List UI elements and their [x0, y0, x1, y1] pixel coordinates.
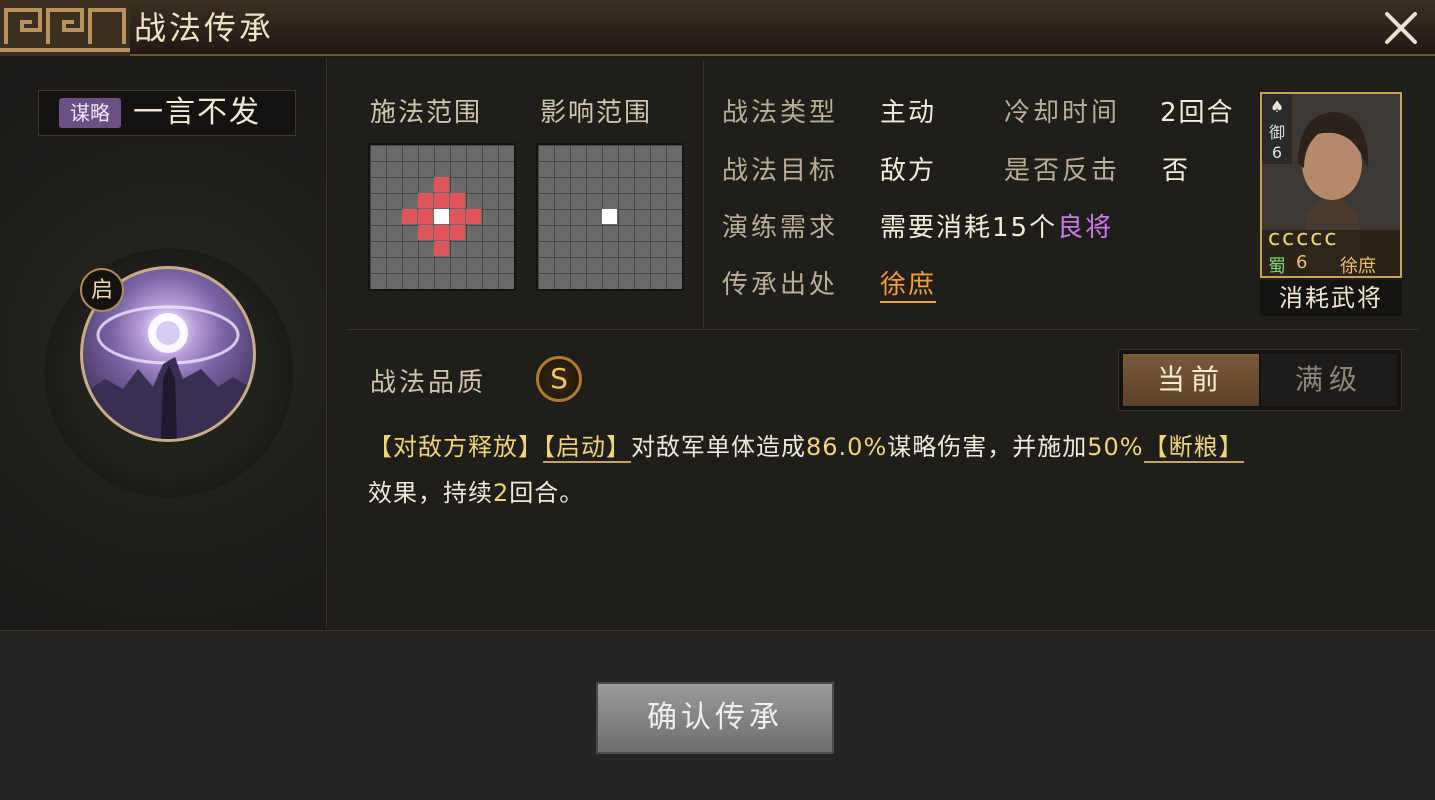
title-bar: 战法传承	[0, 0, 1435, 56]
desc-damage-rate: 86.0%	[806, 433, 888, 461]
inheritance-source-label: 传承出处	[722, 270, 839, 300]
desc-text: 回合。	[509, 479, 585, 507]
range-cell	[450, 193, 465, 208]
army-type-icon: ♠	[1269, 97, 1285, 116]
skill-type-label: 战法类型	[722, 98, 839, 128]
rank-icons: ccccc	[1268, 226, 1339, 251]
desc-target: 【对敌方释放】	[368, 433, 543, 461]
range-cell	[418, 225, 433, 240]
desc-status-link[interactable]: 【断粮】	[1143, 433, 1244, 463]
cooldown-value: 2回合	[1160, 98, 1235, 128]
training-cost-text: 需要消耗15个	[880, 213, 1058, 243]
window-title: 战法传承	[134, 9, 275, 47]
cast-range-label: 施法范围	[370, 98, 483, 128]
army-type-tag: 御	[1268, 123, 1285, 142]
range-cell	[466, 209, 481, 224]
cooldown-label: 冷却时间	[1004, 98, 1121, 128]
training-requirement-label: 演练需求	[722, 213, 839, 243]
skill-name-box: 谋略 一言不发	[38, 90, 296, 136]
general-cost: 6	[1296, 252, 1308, 273]
skill-description: 【对敌方释放】【启动】对敌军单体造成86.0%谋略伤害，并施加50%【断粮】效果…	[368, 424, 1408, 516]
range-cell	[418, 209, 433, 224]
general-quality-text: 良将	[1057, 213, 1114, 243]
close-icon[interactable]	[1381, 8, 1421, 48]
skill-quality-badge: S	[536, 356, 582, 402]
inheritance-source-link[interactable]: 徐庶	[880, 264, 937, 303]
range-cell	[402, 209, 417, 224]
consume-general-label: 消耗武将	[1260, 280, 1402, 316]
activation-badge: 启	[80, 268, 124, 312]
range-cell	[450, 209, 465, 224]
desc-text: 效果，持续	[368, 479, 493, 507]
skill-quality-label: 战法品质	[370, 368, 487, 398]
faction-tag: 蜀	[1268, 256, 1286, 277]
center-cell	[602, 209, 617, 224]
desc-effect-rate: 50%	[1087, 433, 1144, 461]
skill-type-tag: 谋略	[59, 98, 121, 128]
army-type-number: 6	[1271, 143, 1283, 162]
title-ornament-icon	[0, 0, 130, 56]
training-requirement-value: 需要消耗15个良将	[880, 207, 1113, 244]
desc-duration: 2	[493, 479, 510, 507]
skill-type-value: 主动	[880, 98, 937, 128]
range-cell	[434, 225, 449, 240]
desc-text: 对敌军单体造成	[631, 433, 806, 461]
cast-range-grid	[368, 143, 516, 291]
counterattack-value: 否	[1162, 156, 1191, 186]
general-name: 徐庶	[1340, 256, 1376, 277]
level-tabs: 当前 满级	[1118, 349, 1402, 411]
range-cell	[434, 193, 449, 208]
general-portrait-card[interactable]: ♠ 御 6 ccccc 蜀 6 徐庶	[1260, 92, 1402, 278]
range-cell	[450, 225, 465, 240]
tab-max-level[interactable]: 满级	[1261, 354, 1397, 406]
divider-horizontal	[348, 329, 1418, 330]
confirm-inherit-button[interactable]: 确认传承	[596, 682, 834, 754]
desc-text: 谋略伤害，并施加	[887, 433, 1088, 461]
center-cell	[434, 209, 449, 224]
skill-target-value: 敌方	[880, 156, 937, 186]
skill-left-panel: 谋略 一言不发 启	[0, 58, 327, 628]
effect-range-label: 影响范围	[540, 98, 653, 128]
desc-activate-link[interactable]: 【启动】	[543, 433, 631, 463]
range-cell	[434, 241, 449, 256]
divider-vertical	[703, 60, 704, 328]
effect-range-grid	[536, 143, 684, 291]
range-cell	[418, 193, 433, 208]
skill-name: 一言不发	[133, 95, 261, 130]
range-cell	[434, 177, 449, 192]
skill-target-label: 战法目标	[722, 156, 839, 186]
counterattack-label: 是否反击	[1004, 156, 1121, 186]
tab-current[interactable]: 当前	[1123, 354, 1259, 406]
